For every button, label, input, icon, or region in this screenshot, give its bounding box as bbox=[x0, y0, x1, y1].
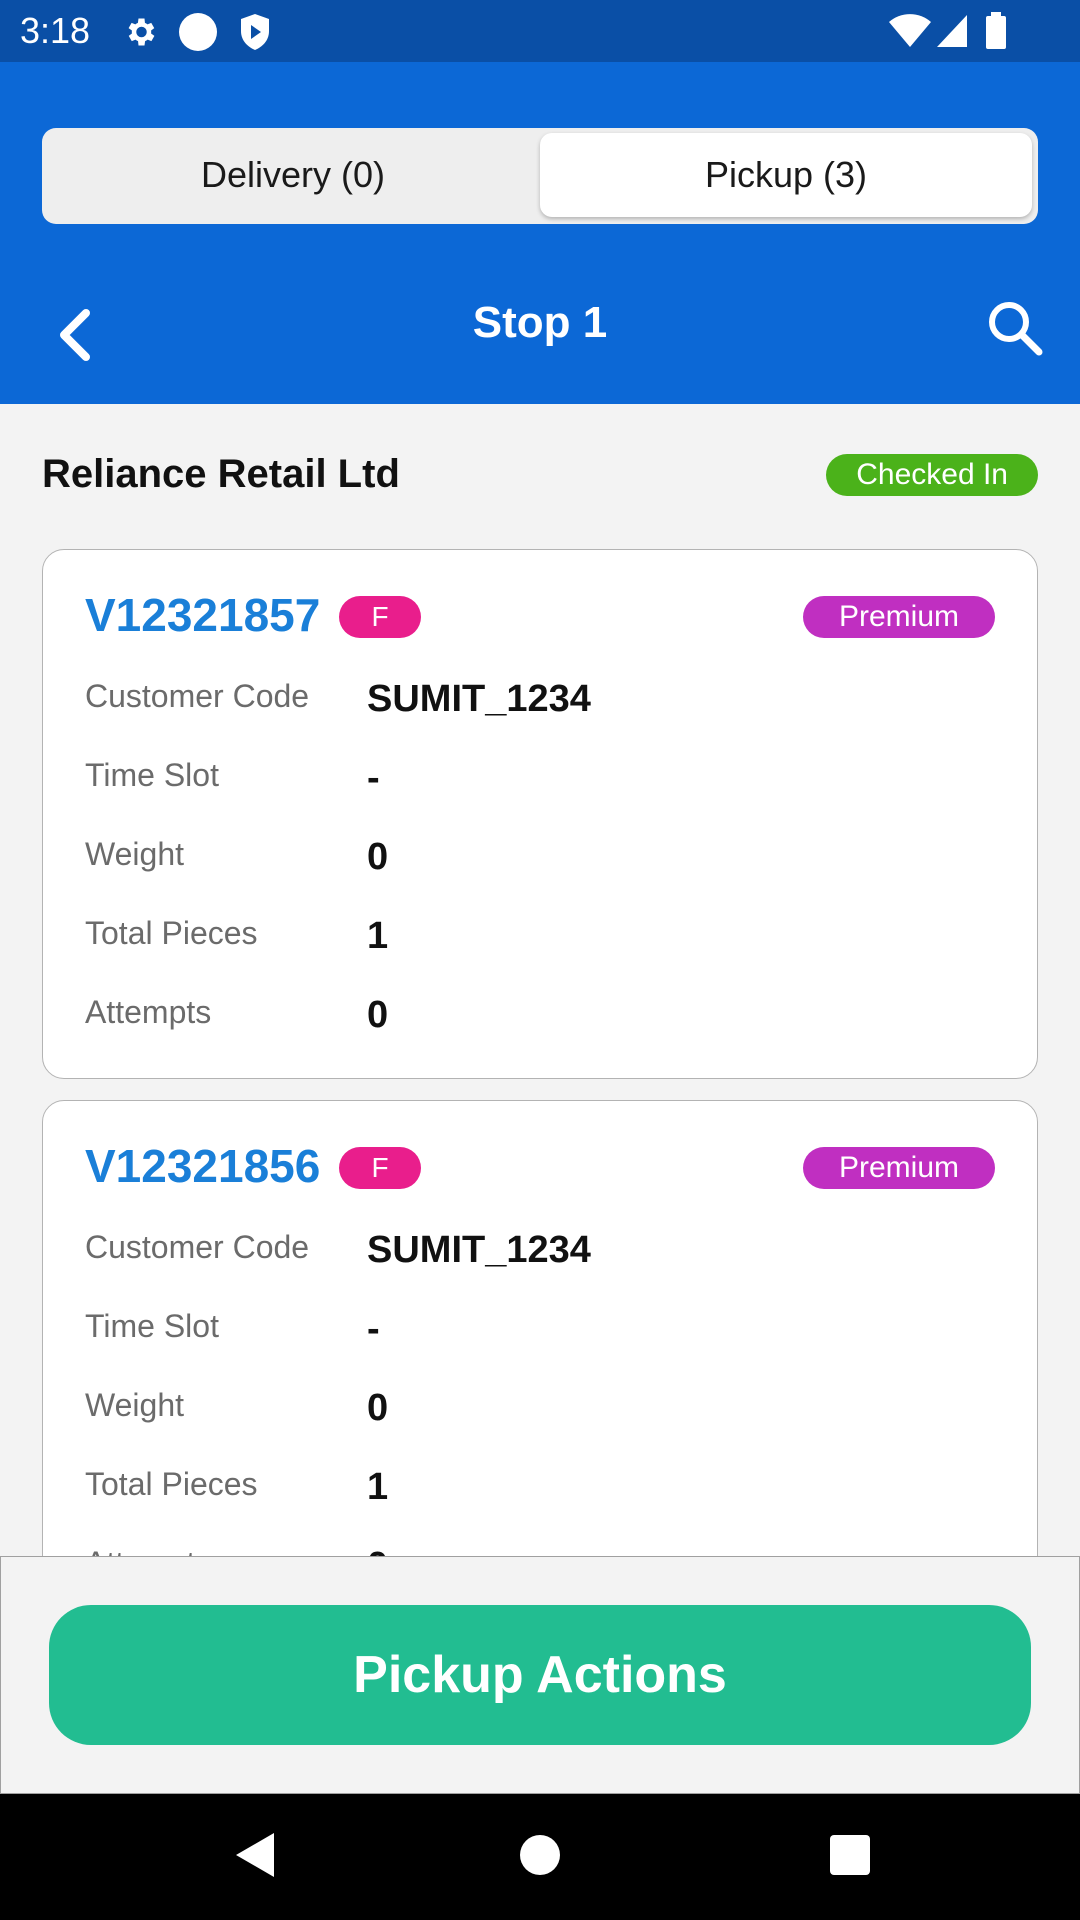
flag-badge: F bbox=[339, 596, 421, 638]
shipment-id: V12321856 bbox=[85, 1140, 321, 1192]
shipment-id: V12321857 bbox=[85, 589, 321, 641]
tab-switcher: Delivery (0) Pickup (3) bbox=[42, 128, 1038, 224]
shipment-card[interactable]: V12321856 F Premium Customer Code SUMIT_… bbox=[42, 1100, 1038, 1556]
field-label: Attempts bbox=[85, 1545, 211, 1556]
field-label: Time Slot bbox=[85, 757, 219, 793]
battery-icon bbox=[984, 12, 1008, 55]
status-time: 3:18 bbox=[20, 10, 91, 51]
field-value: 0 bbox=[367, 836, 389, 878]
field-value: - bbox=[367, 1308, 380, 1350]
field-value: 0 bbox=[367, 994, 389, 1036]
action-bar: Pickup Actions bbox=[0, 1556, 1080, 1794]
field-value: SUMIT_1234 bbox=[367, 1229, 591, 1271]
field-label: Customer Code bbox=[85, 1229, 310, 1265]
signal-icon bbox=[936, 14, 968, 53]
field-value: 1 bbox=[367, 1466, 389, 1508]
field-label: Attempts bbox=[85, 994, 212, 1030]
search-icon bbox=[985, 302, 1045, 362]
field-value: 0 bbox=[367, 1545, 388, 1556]
field-value: 0 bbox=[367, 1387, 389, 1429]
field-value: SUMIT_1234 bbox=[367, 678, 591, 720]
company-name: Reliance Retail Ltd bbox=[42, 452, 400, 496]
nav-back-button[interactable] bbox=[222, 1824, 288, 1890]
flag-badge: F bbox=[339, 1147, 421, 1189]
header: Delivery (0) Pickup (3) Stop 1 bbox=[0, 62, 1080, 404]
shield-icon bbox=[238, 12, 272, 57]
field-label: Total Pieces bbox=[85, 1466, 258, 1502]
tier-badge: Premium bbox=[803, 1147, 995, 1189]
search-button[interactable] bbox=[985, 298, 1051, 364]
recents-square-icon bbox=[829, 1834, 871, 1881]
field-value: 1 bbox=[367, 915, 389, 957]
pickup-actions-button[interactable]: Pickup Actions bbox=[49, 1605, 1031, 1745]
nav-home-button[interactable] bbox=[507, 1824, 573, 1890]
status-badge: Checked In bbox=[826, 454, 1038, 496]
tab-delivery[interactable]: Delivery (0) bbox=[47, 133, 539, 217]
field-label: Total Pieces bbox=[85, 915, 258, 951]
company-row: Reliance Retail Ltd Checked In bbox=[42, 452, 1038, 502]
shipment-card[interactable]: V12321857 F Premium Customer Code SUMIT_… bbox=[42, 549, 1038, 1079]
field-label: Weight bbox=[85, 836, 185, 872]
system-nav-bar bbox=[0, 1794, 1080, 1920]
field-label: Weight bbox=[85, 1387, 185, 1423]
back-triangle-icon bbox=[232, 1830, 278, 1885]
field-value: - bbox=[367, 757, 380, 799]
status-bar: 3:18 bbox=[0, 0, 1080, 62]
field-label: Customer Code bbox=[85, 678, 310, 714]
gear-icon bbox=[122, 14, 158, 55]
tier-badge: Premium bbox=[803, 596, 995, 638]
tab-pickup[interactable]: Pickup (3) bbox=[540, 133, 1032, 217]
wifi-icon bbox=[888, 14, 932, 53]
field-label: Time Slot bbox=[85, 1308, 219, 1344]
circle-icon bbox=[178, 12, 218, 57]
page-title: Stop 1 bbox=[472, 298, 608, 347]
stop-content[interactable]: Reliance Retail Ltd Checked In V12321857… bbox=[0, 404, 1080, 1556]
home-circle-icon bbox=[518, 1833, 562, 1882]
nav-recents-button[interactable] bbox=[817, 1824, 883, 1890]
